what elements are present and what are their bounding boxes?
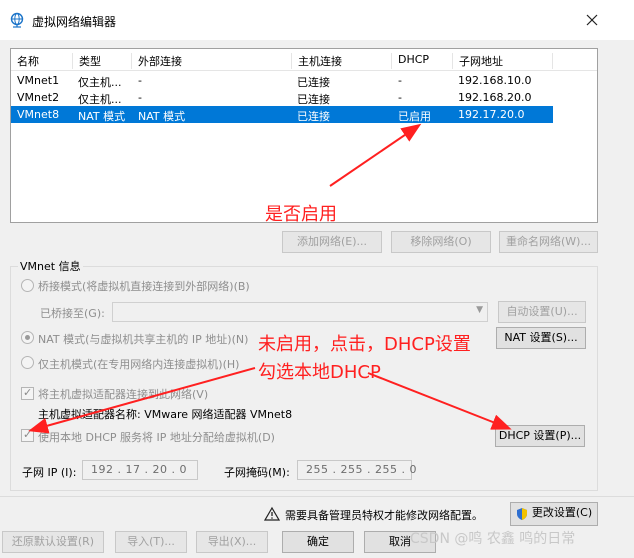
arrow-to-dhcp-settings: [367, 372, 512, 430]
annotation-enabled-question: 是否启用: [265, 204, 337, 225]
arrow-to-dhcp-column: [329, 123, 422, 187]
arrow-to-dhcp-checkbox: [28, 367, 256, 434]
annotation-not-enabled: 未启用，点击，DHCP设置: [258, 334, 471, 355]
watermark: CSDN @鸣 农鑫 鸣的日常: [410, 531, 576, 547]
annotation-check-dhcp: 勾选本地DHCP: [258, 362, 381, 383]
annotation-arrows: [28, 123, 512, 434]
